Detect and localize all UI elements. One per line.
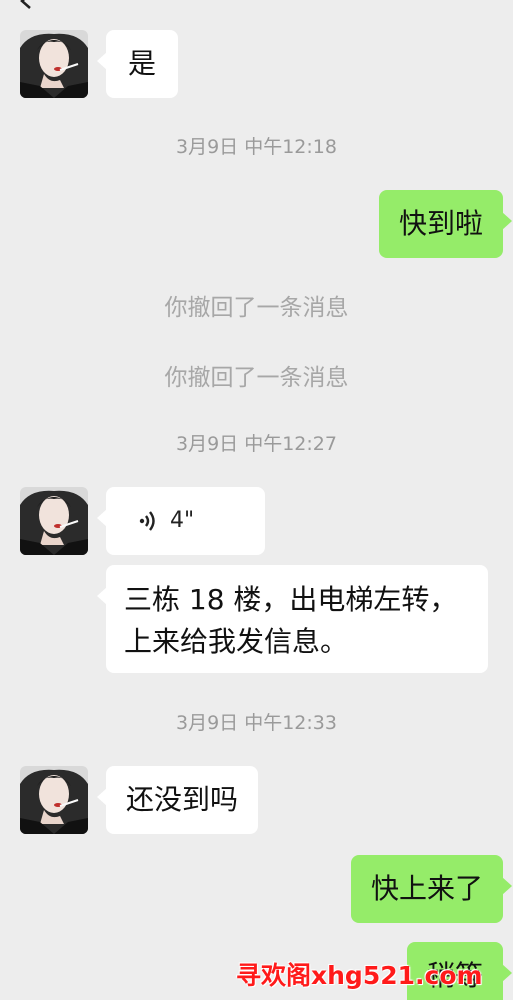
message-bubble[interactable]: 还没到吗 — [96, 766, 259, 834]
voice-message-bubble[interactable]: 4" — [97, 487, 265, 555]
avatar-photo-icon — [20, 487, 88, 555]
chat-header — [0, 0, 513, 28]
site-watermark: 寻欢阁xhg521.com — [236, 961, 483, 990]
voice-wave-icon — [139, 511, 155, 531]
back-arrow-icon[interactable] — [18, 0, 36, 10]
timestamp: 3月9日 中午12:18 — [176, 136, 337, 158]
message-text: 快上来了 — [370, 872, 483, 905]
avatar-photo-icon — [20, 766, 88, 834]
message-bubble[interactable]: 是 — [96, 30, 179, 98]
message-bubble[interactable]: 三栋 18 楼，出电梯左转，上来给我发信息。 — [97, 565, 488, 673]
avatar-photo-icon — [20, 30, 88, 98]
message-text: 还没到吗 — [126, 783, 239, 816]
contact-avatar[interactable] — [20, 30, 88, 98]
recall-notice: 你撤回了一条消息 — [164, 365, 349, 391]
voice-duration: 4" — [170, 508, 195, 533]
message-text: 三栋 18 楼，出电梯左转，上来给我发信息。 — [124, 583, 458, 658]
message-text: 是 — [128, 47, 157, 80]
timestamp: 3月9日 中午12:33 — [176, 712, 337, 734]
message-bubble-outgoing[interactable]: 快上来了 — [350, 855, 513, 923]
chat-screen: 是 3月9日 中午12:18 快到啦 你撤回了一条消息 你撤回了一条消息 3月9… — [0, 0, 513, 1000]
contact-avatar[interactable] — [20, 487, 88, 555]
message-text: 快到啦 — [398, 207, 483, 240]
message-bubble-outgoing[interactable]: 快到啦 — [378, 190, 513, 258]
contact-avatar[interactable] — [20, 766, 88, 834]
recall-notice: 你撤回了一条消息 — [164, 295, 349, 321]
timestamp: 3月9日 中午12:27 — [176, 433, 337, 455]
